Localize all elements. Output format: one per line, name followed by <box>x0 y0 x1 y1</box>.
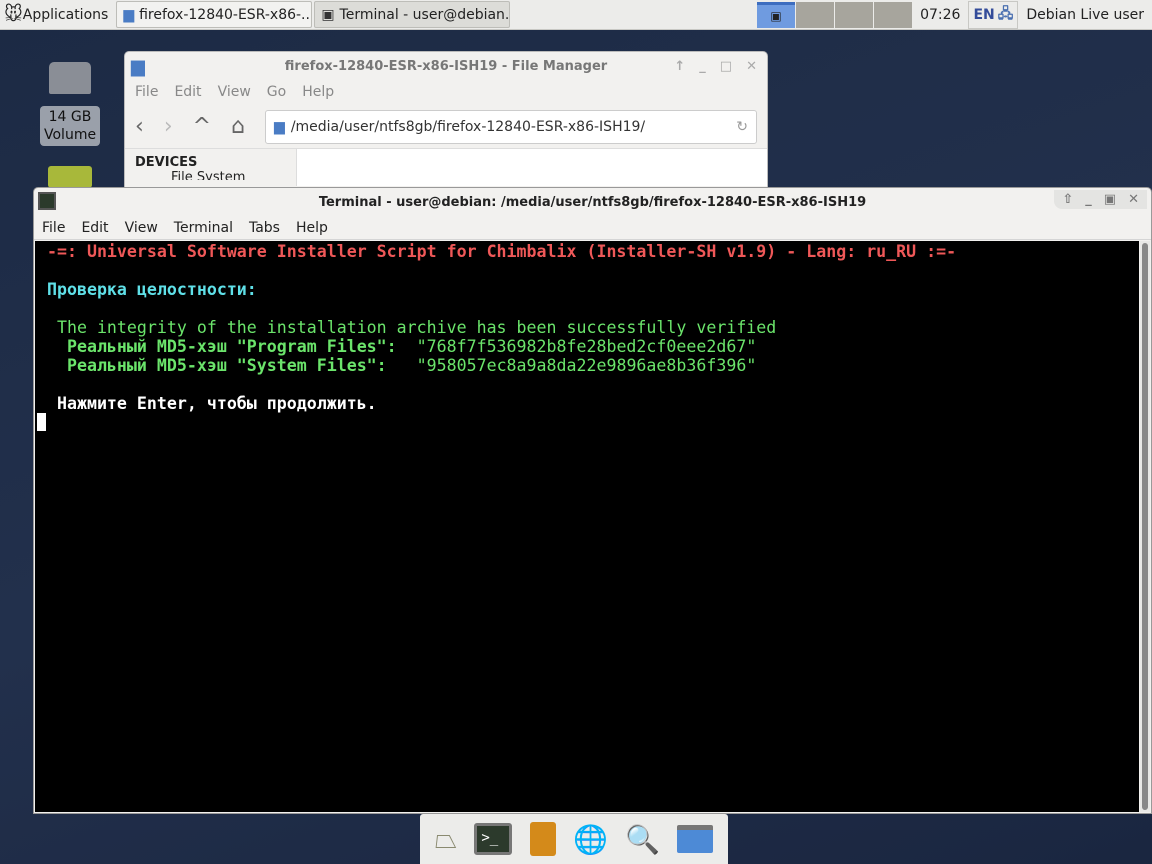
taskbar-file-manager[interactable]: ▆ firefox-12840-ESR-x86-... <box>116 1 313 28</box>
reload-icon[interactable]: ↻ <box>736 119 748 135</box>
clock[interactable]: 07:26 <box>920 7 960 23</box>
workspace-2[interactable] <box>796 1 835 28</box>
maximize-icon[interactable]: □ <box>720 59 732 74</box>
terminal-titlebar[interactable]: Terminal - user@debian: /media/user/ntfs… <box>34 188 1151 216</box>
menu-file[interactable]: File <box>34 220 73 236</box>
dock: ⏢ >_ 🌐 🔍 <box>420 814 728 864</box>
fm-titlebar[interactable]: ▆ firefox-12840-ESR-x86-ISH19 - File Mana… <box>125 52 767 80</box>
terminal-title: Terminal - user@debian: /media/user/ntfs… <box>318 194 867 210</box>
close-icon[interactable]: ✕ <box>1128 192 1139 207</box>
home-icon[interactable]: ⌂ <box>231 114 245 139</box>
terminal-launcher-icon[interactable]: >_ <box>474 823 513 855</box>
xfce-mouse-icon: 🐭 <box>4 4 23 25</box>
up-icon[interactable]: ^ <box>193 114 211 139</box>
forward-icon[interactable]: › <box>164 114 173 139</box>
workspace-4[interactable] <box>874 1 913 28</box>
volume-name: Volume <box>44 127 97 143</box>
network-disconnected-icon[interactable]: 🖧 <box>998 3 1014 27</box>
show-desktop-icon[interactable]: ⏢ <box>435 822 457 856</box>
md5-program-value: "768f7f536982b8fe28bed2cf0eee2d67" <box>396 337 757 356</box>
continue-prompt: Нажмите Enter, чтобы продолжить. <box>37 394 377 413</box>
menu-terminal[interactable]: Terminal <box>166 220 241 236</box>
terminal-icon <box>38 192 56 210</box>
md5-system-value: "958057ec8a9a8da22e9896ae8b36f396" <box>386 356 757 375</box>
file-manager-window: ▆ firefox-12840-ESR-x86-ISH19 - File Mana… <box>124 51 768 201</box>
location-path: /media/user/ntfs8gb/firefox-12840-ESR-x8… <box>290 118 646 135</box>
volume-label: 14 GB Volume <box>40 106 100 146</box>
menu-tabs[interactable]: Tabs <box>241 220 288 236</box>
menu-help[interactable]: Help <box>288 220 336 236</box>
folder-icon: ▆ <box>131 55 145 77</box>
back-icon[interactable]: ‹ <box>135 114 144 139</box>
menu-go[interactable]: Go <box>267 84 286 101</box>
top-panel: 🐭 Applications ▆ firefox-12840-ESR-x86-...… <box>0 0 1152 30</box>
verified-message: The integrity of the installation archiv… <box>37 318 777 337</box>
menu-edit[interactable]: Edit <box>174 84 201 101</box>
trash-icon[interactable] <box>48 166 92 188</box>
md5-system-label: Реальный MD5-хэш "System Files": <box>37 356 387 375</box>
task-label: firefox-12840-ESR-x86-... <box>139 6 313 23</box>
menu-view[interactable]: View <box>117 220 166 236</box>
maximize-icon[interactable]: ▣ <box>1104 192 1116 207</box>
app-finder-icon[interactable]: 🔍 <box>625 823 660 856</box>
text-cursor <box>37 413 46 431</box>
workspace-1[interactable]: ▣ <box>757 1 796 28</box>
terminal-icon: ▣ <box>321 6 335 23</box>
minimize-icon[interactable]: _ <box>1085 192 1092 207</box>
user-menu[interactable]: Debian Live user <box>1026 7 1152 23</box>
terminal-icon: ▣ <box>770 9 782 23</box>
folder-launcher-icon[interactable] <box>677 825 714 853</box>
md5-program-label: Реальный MD5-хэш "Program Files": <box>37 337 397 356</box>
sidebar-item-filesystem[interactable]: File System <box>135 170 286 180</box>
taskbar-terminal[interactable]: ▣ Terminal - user@debian... <box>314 1 511 28</box>
menu-help[interactable]: Help <box>302 84 334 101</box>
sidebar-heading: DEVICES <box>135 155 198 170</box>
workspace-3[interactable] <box>835 1 874 28</box>
applications-label: Applications <box>22 6 109 23</box>
menu-file[interactable]: File <box>135 84 158 101</box>
folder-icon: ▆ <box>123 6 135 23</box>
menu-view[interactable]: View <box>218 84 251 101</box>
folder-icon: ▆ <box>274 118 285 135</box>
menu-edit[interactable]: Edit <box>73 220 116 236</box>
layout-label: EN <box>973 6 995 23</box>
scrollbar-thumb[interactable] <box>1142 243 1148 810</box>
drive-icon <box>49 62 91 94</box>
fm-title: firefox-12840-ESR-x86-ISH19 - File Manag… <box>284 58 608 74</box>
terminal-window: Terminal - user@debian: /media/user/ntfs… <box>33 187 1152 814</box>
web-browser-icon[interactable]: 🌐 <box>573 823 608 856</box>
task-label: Terminal - user@debian... <box>339 6 511 23</box>
integrity-heading: Проверка целостности: <box>37 280 257 299</box>
location-bar[interactable]: ▆ /media/user/ntfs8gb/firefox-12840-ESR-x… <box>265 109 757 144</box>
file-cabinet-icon[interactable] <box>529 822 556 856</box>
shade-icon[interactable]: ⇧ <box>1062 192 1073 207</box>
desktop-volume[interactable]: 14 GB Volume <box>40 60 100 146</box>
installer-header: -=: Universal Software Installer Script … <box>37 242 957 261</box>
scrollbar[interactable] <box>1140 241 1150 812</box>
applications-menu[interactable]: 🐭 Applications <box>0 1 114 29</box>
shade-icon[interactable]: ↑ <box>674 59 685 74</box>
volume-size: 14 GB <box>48 109 92 125</box>
keyboard-layout[interactable]: EN 🖧 <box>968 0 1019 29</box>
terminal-screen[interactable]: -=: Universal Software Installer Script … <box>35 241 1139 812</box>
close-icon[interactable]: ✕ <box>746 59 757 74</box>
minimize-icon[interactable]: _ <box>699 59 706 74</box>
